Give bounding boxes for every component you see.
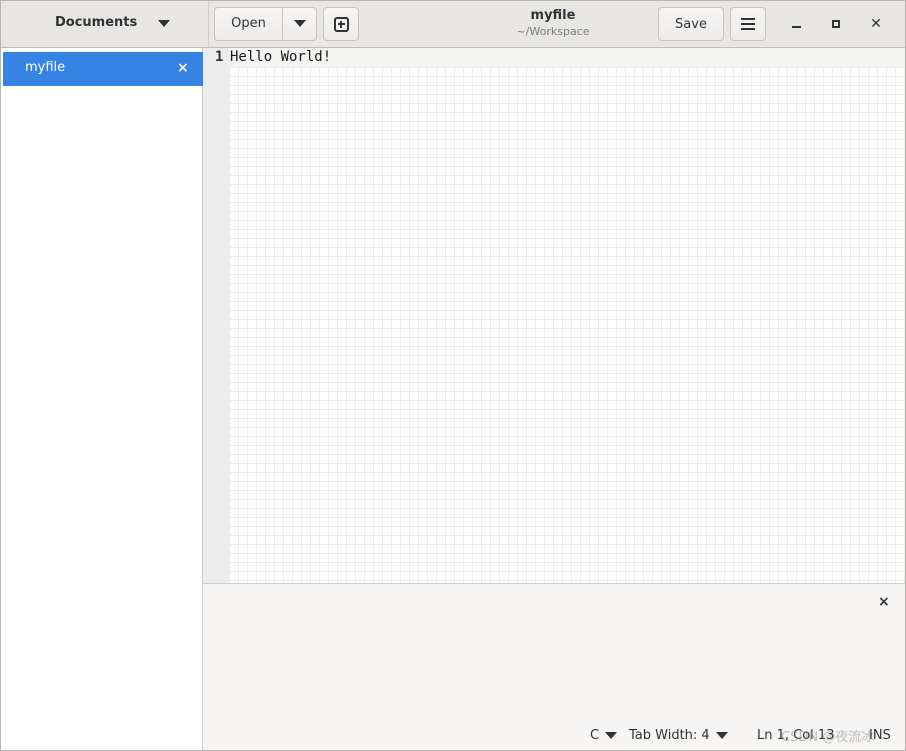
watermark: CSDN @夜流冰: [781, 730, 875, 745]
maximize-icon: [832, 20, 840, 28]
open-button[interactable]: Open: [215, 8, 282, 40]
new-tab-icon: [333, 16, 349, 32]
text-editor[interactable]: 1 Hello World!: [203, 48, 905, 584]
hamburger-menu-icon: [741, 18, 755, 30]
window-title-block: myfile ~/Workspace: [453, 7, 653, 39]
menu-button[interactable]: [730, 7, 766, 41]
header-left: Documents: [1, 1, 209, 47]
chevron-down-icon: [715, 732, 728, 739]
minimize-icon: [791, 26, 801, 28]
sidebar-item-label: myfile: [25, 60, 66, 75]
tab-width-selector[interactable]: Tab Width: 4: [629, 728, 728, 743]
minimize-button[interactable]: [781, 9, 811, 39]
documents-sidebar: myfile ×: [1, 48, 203, 750]
chevron-down-icon: [605, 732, 618, 739]
documents-menu-button[interactable]: Documents: [1, 1, 209, 47]
open-button-group: Open: [214, 7, 317, 41]
language-selector[interactable]: C: [590, 728, 618, 743]
chevron-down-icon: [294, 20, 306, 27]
bottom-panel: × C Tab Width: 4 Ln 1, Col 13 CSDN @夜流冰 …: [203, 584, 905, 750]
maximize-button[interactable]: [821, 9, 851, 39]
gedit-window: Documents Open myfile ~/Workspace Save ✕…: [0, 0, 906, 751]
close-panel-icon[interactable]: ×: [878, 594, 890, 610]
insert-mode: INS: [869, 728, 891, 743]
close-window-button[interactable]: ✕: [861, 9, 891, 39]
chevron-down-icon: [158, 20, 170, 27]
code-line[interactable]: Hello World!: [230, 49, 331, 65]
tab-width-label: Tab Width: 4: [629, 728, 710, 743]
close-icon: ✕: [870, 16, 882, 32]
open-recent-button[interactable]: [283, 8, 317, 40]
save-button[interactable]: Save: [658, 7, 724, 41]
header-bar: Documents Open myfile ~/Workspace Save ✕: [1, 1, 905, 48]
window-subtitle: ~/Workspace: [516, 25, 590, 38]
sidebar-item-myfile[interactable]: myfile ×: [3, 52, 203, 86]
status-bar: C Tab Width: 4 Ln 1, Col 13 CSDN @夜流冰 IN…: [203, 720, 905, 750]
new-tab-button[interactable]: [323, 7, 359, 41]
documents-label: Documents: [55, 15, 138, 30]
line-number-gutter: 1: [203, 48, 229, 583]
window-title: myfile: [530, 8, 576, 23]
close-document-icon[interactable]: ×: [177, 60, 189, 76]
language-label: C: [590, 728, 600, 743]
line-number: 1: [215, 49, 224, 65]
